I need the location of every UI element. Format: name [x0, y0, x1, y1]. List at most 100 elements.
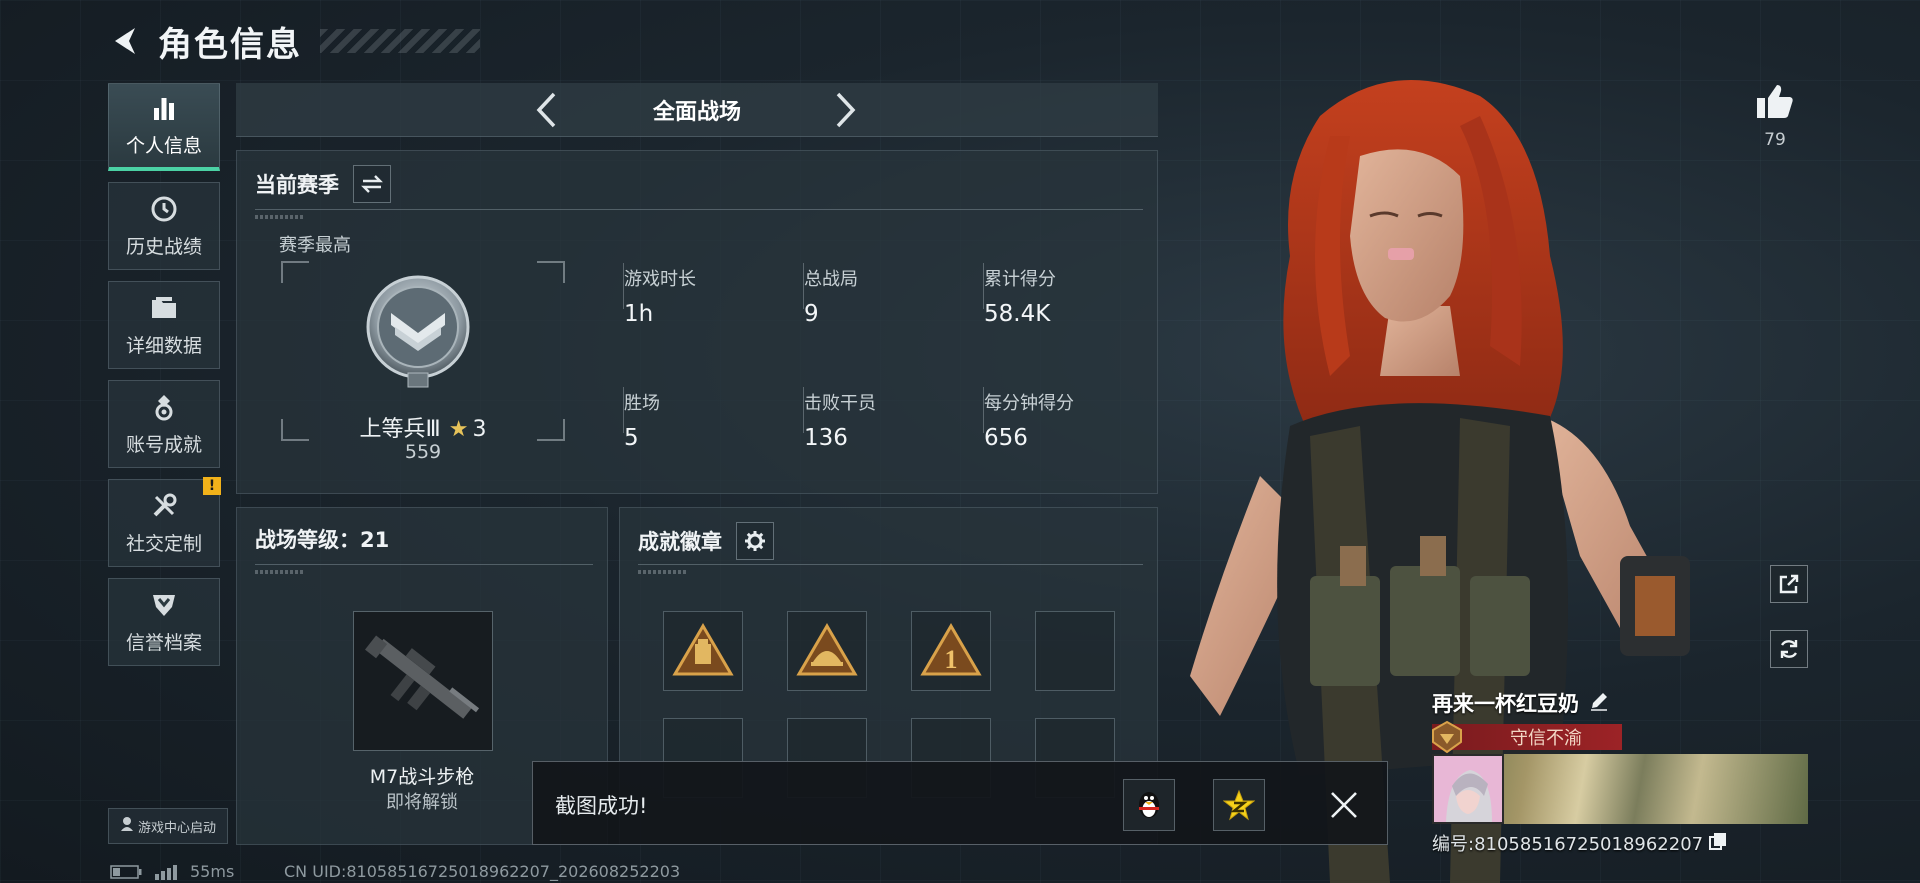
copy-icon: [1709, 832, 1727, 850]
share-button[interactable]: [1770, 565, 1808, 603]
back-button[interactable]: [108, 23, 144, 59]
achievement-medal-icon: [149, 392, 179, 422]
edit-name-button[interactable]: [1589, 691, 1609, 715]
season-title: 当前赛季: [255, 173, 339, 197]
thumbs-up-icon: [1757, 85, 1793, 118]
page-header: 角色信息: [108, 16, 480, 66]
status-bar: 55ms: [110, 862, 234, 881]
nav-label: 历史战绩: [125, 235, 202, 258]
star-share-icon: [1223, 789, 1255, 821]
season-panel: 当前赛季 赛季最高 上等兵Ⅲ ★ 3 559 游戏时长 1h 总战局 9 累计得…: [236, 150, 1158, 494]
nav-label: 详细数据: [125, 334, 202, 357]
battery-icon: [110, 864, 142, 879]
shield-badge-icon: [149, 590, 179, 620]
share-icon: [1779, 574, 1799, 594]
player-title-bar[interactable]: 守信不渝: [1432, 720, 1622, 754]
rank-emblem-icon: [366, 275, 470, 388]
rifle-icon: [365, 635, 480, 719]
badge-slot-empty[interactable]: [1035, 611, 1115, 691]
copy-id-button[interactable]: [1709, 832, 1727, 855]
badge-slot[interactable]: [787, 611, 867, 691]
nav-item-personal-info[interactable]: 个人信息: [108, 83, 220, 171]
player-id: 编号:810585167250189622​07: [1432, 834, 1704, 855]
swap-arrows-icon: [361, 175, 383, 193]
close-icon: [1331, 792, 1357, 818]
side-nav: 个人信息 历史战绩 详细数据 账号成就 ! 社交定制 信誉档案: [108, 83, 221, 666]
share-favorite-button[interactable]: [1213, 779, 1265, 831]
player-card: 再来一杯红豆奶 守信不渝 编号:810585167250189622​07: [1432, 688, 1812, 856]
folder-icon: [149, 293, 179, 323]
mode-title: 全面战场: [652, 99, 741, 125]
warning-badge: !: [203, 477, 221, 495]
mode-selector: 全面战场: [236, 83, 1158, 137]
badge-slot[interactable]: [663, 611, 743, 691]
chevron-left-icon: [536, 92, 556, 128]
nav-label: 信誉档案: [125, 631, 202, 654]
nav-item-reputation[interactable]: 信誉档案: [108, 578, 220, 666]
rank-score: 559: [404, 441, 442, 463]
refresh-button[interactable]: [1770, 630, 1808, 668]
lantern-badge-icon: [672, 623, 734, 676]
avatar[interactable]: [1432, 754, 1504, 824]
pencil-icon: [1591, 693, 1607, 711]
nav-item-match-history[interactable]: 历史战绩: [108, 182, 220, 270]
player-id-row: 编号:810585167250189622​07: [1432, 830, 1812, 856]
launch-label: 游戏中心启动: [137, 820, 216, 836]
player-title: 守信不渝: [1510, 728, 1582, 749]
chevron-right-icon: [836, 92, 856, 128]
level-title: 战场等级：21: [255, 528, 390, 552]
toast-message: 截图成功!: [555, 794, 648, 818]
title-emblem-icon: [1432, 720, 1462, 754]
signal-icon: [155, 864, 177, 880]
badge-mark: 1: [945, 645, 958, 674]
badge-settings-button[interactable]: [736, 522, 774, 560]
panel-divider: [255, 209, 1143, 219]
stat-total-matches: 总战局 9: [804, 269, 858, 327]
back-arrow-icon: [115, 28, 135, 54]
stat-total-score: 累计得分 58.4K: [984, 269, 1056, 327]
nav-label: 账号成就: [125, 433, 202, 456]
badge-slot[interactable]: 1: [911, 611, 991, 691]
stat-wins: 胜场 5: [624, 393, 660, 451]
previous-mode-button[interactable]: [526, 89, 566, 131]
player-name: 再来一杯红豆奶: [1432, 692, 1579, 716]
screenshot-toast: 截图成功!: [532, 761, 1388, 845]
title-decoration: [320, 29, 480, 53]
panel-divider: [638, 564, 1143, 574]
close-toast-button[interactable]: [1321, 782, 1367, 828]
rank-name-row: 上等兵Ⅲ ★ 3: [281, 411, 565, 443]
badges-title: 成就徽章: [638, 530, 722, 554]
nav-label: 个人信息: [125, 135, 202, 157]
history-clock-icon: [149, 194, 179, 224]
panel-divider: [255, 564, 593, 574]
stat-score-per-minute: 每分钟得分 656: [984, 393, 1074, 451]
bar-chart-icon: [149, 93, 179, 123]
gear-icon: [745, 531, 765, 551]
ping-value: 55ms: [190, 862, 235, 881]
like-count: 79: [1764, 130, 1786, 150]
helmet-badge-icon: [796, 623, 858, 676]
next-mode-button[interactable]: [826, 89, 866, 131]
star-icon: ★: [448, 417, 469, 442]
tools-icon: [149, 491, 179, 521]
nav-item-social-custom[interactable]: ! 社交定制: [108, 477, 221, 567]
stat-kills: 击败干员 136: [804, 393, 876, 451]
game-center-launch-button[interactable]: 游戏中心启动: [108, 808, 228, 844]
uid-line: CN UID:810585167250189622​07_20260825220…: [284, 862, 681, 881]
stat-play-time: 游戏时长 1h: [624, 269, 696, 327]
refresh-icon: [1780, 640, 1798, 658]
nav-label: 社交定制: [125, 532, 202, 555]
nav-item-achievements[interactable]: 账号成就: [108, 380, 220, 468]
penguin-icon: [1139, 792, 1159, 818]
weapon-card[interactable]: [353, 611, 493, 751]
rank-name: 上等兵Ⅲ: [359, 417, 441, 442]
nav-item-detailed-data[interactable]: 详细数据: [108, 281, 220, 369]
like-button[interactable]: [1752, 78, 1798, 124]
page-title: 角色信息: [158, 24, 302, 65]
rank-one-badge-icon: 1: [920, 623, 982, 676]
share-qq-button[interactable]: [1123, 779, 1175, 831]
rank-stars: 3: [472, 417, 487, 442]
switch-season-button[interactable]: [353, 165, 391, 203]
user-icon: [120, 816, 134, 836]
player-banner[interactable]: [1432, 754, 1808, 824]
